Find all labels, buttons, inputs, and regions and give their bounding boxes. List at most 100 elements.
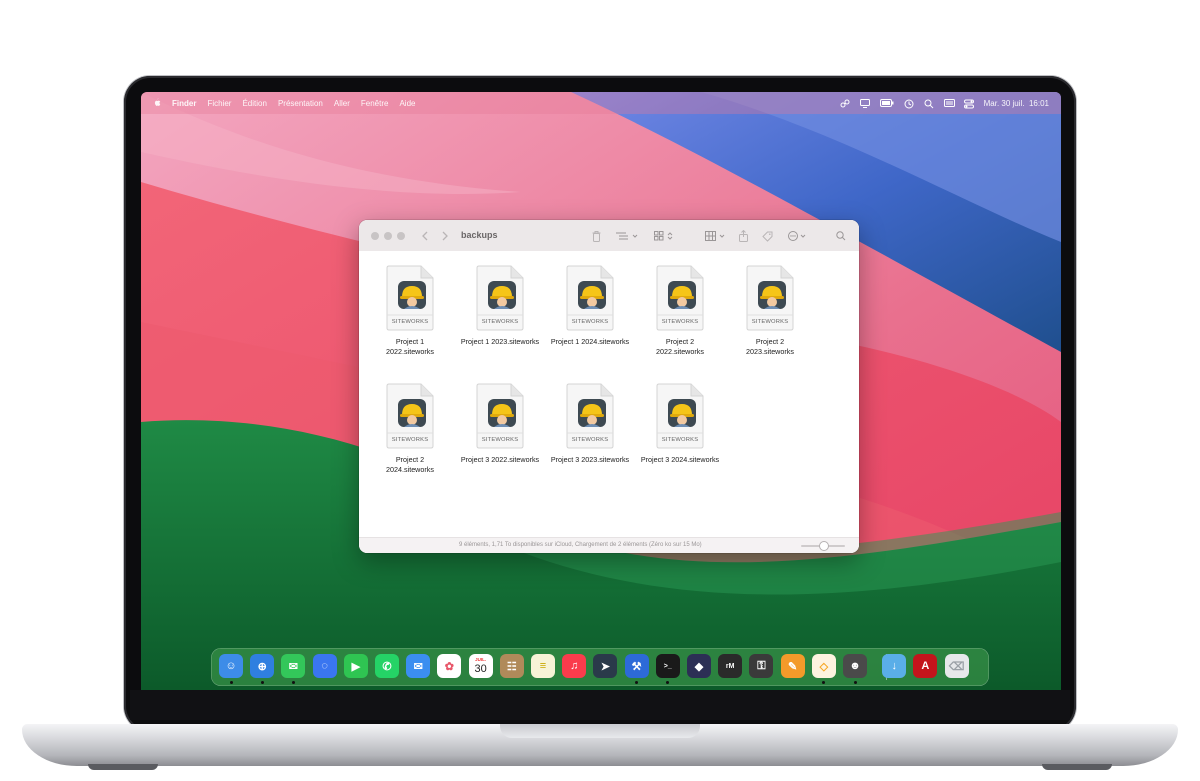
dock-app-acrobat[interactable]: A	[913, 654, 938, 678]
document-badge: SITEWORKS	[481, 319, 519, 325]
dock-app-prompt[interactable]: ➤	[593, 654, 618, 678]
trash-button[interactable]	[590, 228, 602, 244]
running-indicator	[260, 681, 264, 684]
dock-app-messages[interactable]: ✉	[281, 654, 306, 678]
file-item[interactable]: SITEWORKS Project 1 2024.siteworks	[545, 265, 635, 347]
menu-clock[interactable]: Mar. 30 juil. 16:01	[984, 99, 1049, 108]
menu-item-aide[interactable]: Aide	[399, 99, 415, 108]
dock-app-keychain[interactable]: ⚿	[749, 654, 774, 678]
file-name: Project 1 2024.siteworks	[545, 337, 635, 347]
menu-app-name[interactable]: Finder	[172, 99, 196, 108]
laptop-bezel	[130, 690, 1070, 720]
trash-icon	[592, 230, 600, 242]
running-indicator	[853, 681, 857, 684]
display-icon[interactable]	[943, 99, 955, 107]
menu-item-presentation[interactable]: Présentation	[278, 99, 323, 108]
zoom-window-button[interactable]	[397, 232, 405, 240]
search-button[interactable]	[835, 228, 847, 244]
time-machine-icon[interactable]	[904, 99, 914, 109]
remarkable-icon: rM	[725, 662, 735, 670]
laptop-foot	[88, 764, 158, 770]
file-item[interactable]: SITEWORKS Project 1 2022.siteworks	[365, 265, 455, 356]
file-item[interactable]: SITEWORKS Project 2 2022.siteworks	[635, 265, 725, 356]
forward-icon	[442, 231, 448, 241]
dock-app-terminal[interactable]: >_	[655, 654, 680, 678]
dock-app-remarkable[interactable]: rM	[718, 654, 743, 678]
siteworks-document-icon: SITEWORKS	[565, 265, 615, 331]
whatsapp-icon: ✆	[382, 660, 392, 673]
dock-app-siteworks[interactable]: ☻	[843, 654, 867, 678]
file-item[interactable]: SITEWORKS Project 2 2023.siteworks	[725, 265, 815, 356]
safari-icon: ⊕	[257, 660, 267, 673]
status-bar: 9 éléments, 1,71 To disponibles sur iClo…	[359, 537, 859, 553]
battery-icon[interactable]	[879, 99, 894, 107]
spotlight-search-icon[interactable]	[924, 99, 934, 109]
menu-item-aller[interactable]: Aller	[334, 99, 350, 108]
icon-size-slider-knob[interactable]	[819, 541, 829, 551]
file-grid: SITEWORKS Project 1 2022.siteworks SITEWORK…	[359, 251, 859, 537]
tag-button[interactable]	[761, 228, 773, 244]
apple-menu-icon[interactable]	[153, 97, 161, 109]
dock-app-xcode[interactable]: ⚒	[624, 654, 649, 678]
file-name-line2: 2023.siteworks	[746, 346, 794, 356]
dock-app-facetime[interactable]: ▶	[343, 654, 368, 678]
share-button[interactable]	[737, 228, 749, 244]
dock-app-contacts[interactable]: ☷	[499, 654, 524, 678]
messages-icon: ✉	[288, 660, 298, 673]
forward-button[interactable]	[439, 228, 451, 244]
siteworks-document-icon: SITEWORKS	[655, 383, 705, 449]
file-name-line1: Project 3 2022.siteworks	[460, 455, 540, 464]
dock-app-notes[interactable]: ≡	[531, 654, 555, 678]
dock-app-photos[interactable]: ✿	[437, 654, 462, 678]
trash-icon: ⌫	[948, 660, 965, 673]
file-name: Project 2 2024.siteworks	[365, 455, 455, 474]
dock-app-pages[interactable]: ✎	[780, 654, 805, 678]
file-item[interactable]: SITEWORKS Project 2 2024.siteworks	[365, 383, 455, 474]
list-view-button[interactable]	[615, 228, 641, 244]
file-item[interactable]: SITEWORKS Project 3 2022.siteworks	[455, 383, 545, 465]
prompt-icon: ➤	[600, 660, 610, 673]
document-badge: SITEWORKS	[661, 319, 699, 325]
dock-app-sketch[interactable]: ◇	[811, 654, 836, 678]
control-center-icon[interactable]	[963, 99, 974, 109]
document-badge: SITEWORKS	[571, 437, 609, 443]
status-text: 9 éléments, 1,71 To disponibles sur iClo…	[459, 542, 702, 548]
icon-view-button[interactable]	[653, 228, 677, 244]
menu-item-fichier[interactable]: Fichier	[207, 99, 231, 108]
file-item[interactable]: SITEWORKS Project 3 2023.siteworks	[545, 383, 635, 465]
sketch-icon: ◇	[819, 660, 829, 673]
dock-app-signal[interactable]: ◌	[312, 654, 337, 678]
dock-app-finder[interactable]: ☺	[219, 654, 243, 678]
close-window-button[interactable]	[371, 232, 379, 240]
dock-app-github-desktop[interactable]: ◆	[687, 654, 711, 678]
notes-icon: ≡	[539, 660, 547, 672]
screen-mirror-icon[interactable]	[859, 99, 870, 108]
menu-item-edition[interactable]: Édition	[242, 99, 266, 108]
dock: ☺ ⊕ ✉ ◌ ▶ ✆ ✉ ✿ JUIL. 30 ☷ ≡ ♫ ➤ ⚒ >_ ◆ rM ⚿ ✎ ◇ ☻ ↓ A ⌫	[211, 648, 989, 686]
file-name: Project 1 2023.siteworks	[455, 337, 545, 347]
dock-app-calendar[interactable]: JUIL. 30	[468, 654, 493, 678]
back-button[interactable]	[419, 228, 431, 244]
menu-bar: Finder Fichier Édition Présentation Alle…	[141, 92, 1061, 114]
dock-app-music[interactable]: ♫	[562, 654, 587, 678]
group-button[interactable]	[704, 228, 730, 244]
dock-app-safari[interactable]: ⊕	[250, 654, 275, 678]
dock-app-mail[interactable]: ✉	[406, 654, 431, 678]
menu-item-fenetre[interactable]: Fenêtre	[361, 99, 389, 108]
running-indicator	[635, 681, 639, 684]
file-item[interactable]: SITEWORKS Project 1 2023.siteworks	[455, 265, 545, 347]
document-badge: SITEWORKS	[481, 437, 519, 443]
more-actions-button[interactable]	[787, 228, 811, 244]
downloads-folder-icon: ↓	[891, 660, 897, 672]
dock-app-whatsapp[interactable]: ✆	[375, 654, 399, 678]
minimize-window-button[interactable]	[384, 232, 392, 240]
file-name: Project 3 2023.siteworks	[545, 455, 635, 465]
siteworks-document-icon: SITEWORKS	[385, 383, 435, 449]
list-view-icon	[616, 232, 638, 240]
dock-app-trash[interactable]: ⌫	[944, 654, 969, 678]
dock-app-downloads-folder[interactable]: ↓	[882, 654, 907, 678]
file-item[interactable]: SITEWORKS Project 3 2024.siteworks	[635, 383, 725, 465]
laptop-notch	[500, 724, 700, 738]
steam-icon[interactable]	[840, 99, 850, 108]
back-icon	[422, 231, 428, 241]
